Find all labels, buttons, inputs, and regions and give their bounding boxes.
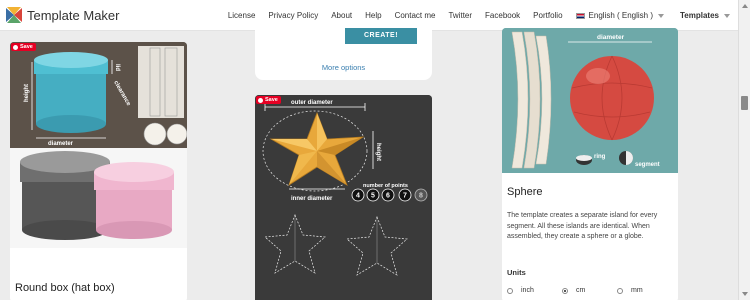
point-option-7[interactable]: 7 [403, 193, 407, 200]
nav-contact-me[interactable]: Contact me [395, 11, 436, 20]
point-option-4[interactable]: 4 [356, 193, 360, 200]
unit-label-mm: mm [631, 287, 643, 294]
nav-facebook[interactable]: Facebook [485, 11, 520, 20]
diameter-label: diameter [597, 34, 625, 41]
unit-option-mm[interactable]: mm [617, 287, 672, 294]
unit-option-cm[interactable]: cm [562, 287, 617, 294]
more-options-link[interactable]: More options [255, 63, 432, 72]
page-scrollbar[interactable] [738, 0, 750, 300]
diameter-label: diameter [48, 141, 74, 147]
number-of-points-label: number of points [363, 183, 408, 189]
round-boxes-photo [10, 148, 187, 248]
round-box-diagram-image: height lid clearance diameter [10, 42, 187, 148]
point-option-6[interactable]: 6 [386, 193, 390, 200]
scrollbar-thumb[interactable] [741, 96, 748, 110]
nav-privacy-policy[interactable]: Privacy Policy [268, 11, 318, 20]
point-option-8[interactable]: 8 [419, 193, 423, 200]
language-label: English ( English ) [588, 11, 654, 20]
units-radio-group: inch cm mm [507, 287, 673, 294]
language-selector[interactable]: English ( English ) [575, 11, 665, 20]
ring-label: ring [594, 154, 606, 160]
round-box-card[interactable]: height lid clearance diameter Save Round… [10, 42, 187, 300]
radio-inch[interactable] [507, 287, 513, 294]
radio-cm[interactable] [562, 287, 568, 294]
main-nav: License Privacy Policy About Help Contac… [215, 0, 730, 31]
nav-license[interactable]: License [228, 11, 256, 20]
create-button[interactable]: CREATE! [345, 28, 417, 44]
height-label: height [24, 84, 30, 102]
sphere-template-card[interactable]: diameter ring segment Sphere The templat… [502, 28, 678, 300]
template-maker-logo-icon[interactable] [4, 5, 24, 25]
unit-option-inch[interactable]: inch [507, 287, 562, 294]
chevron-down-icon [724, 13, 730, 18]
templates-menu[interactable]: Templates [680, 11, 730, 20]
lid-label: lid [114, 64, 120, 71]
nav-portfolio[interactable]: Portfolio [533, 11, 562, 20]
sphere-diagram-image: diameter ring segment [502, 28, 678, 173]
height-label: height [375, 143, 381, 161]
sphere-title[interactable]: Sphere [507, 186, 542, 198]
point-option-5[interactable]: 5 [371, 193, 375, 200]
unit-label-inch: inch [521, 287, 534, 294]
site-title[interactable]: Template Maker [27, 8, 119, 23]
outer-diameter-label: outer diameter [291, 100, 333, 106]
unit-label-cm: cm [576, 287, 586, 294]
create-form-card: CREATE! More options [255, 28, 432, 80]
inner-diameter-label: inner diameter [291, 196, 333, 202]
star-diagram-image: outer diameter height inner diameter num… [255, 95, 432, 300]
round-box-title[interactable]: Round box (hat box) [15, 282, 115, 294]
nav-about[interactable]: About [331, 11, 352, 20]
pinterest-save-button[interactable]: Save [256, 96, 281, 104]
templates-label: Templates [680, 11, 719, 20]
nav-twitter[interactable]: Twitter [448, 11, 472, 20]
top-navigation-bar: Template Maker License Privacy Policy Ab… [0, 0, 738, 31]
nav-help[interactable]: Help [365, 11, 381, 20]
uk-flag-icon [575, 12, 585, 19]
radio-mm[interactable] [617, 287, 623, 294]
star-template-card[interactable]: Save outer diameter height inner diamete… [255, 95, 432, 300]
sphere-description: The template creates a separate island f… [507, 212, 658, 240]
scroll-down-arrow-icon[interactable] [742, 292, 748, 296]
scroll-up-arrow-icon[interactable] [742, 4, 748, 8]
pinterest-save-button[interactable]: Save [11, 43, 36, 51]
segment-label: segment [635, 162, 660, 168]
chevron-down-icon [658, 13, 665, 18]
units-label: Units [507, 268, 526, 277]
